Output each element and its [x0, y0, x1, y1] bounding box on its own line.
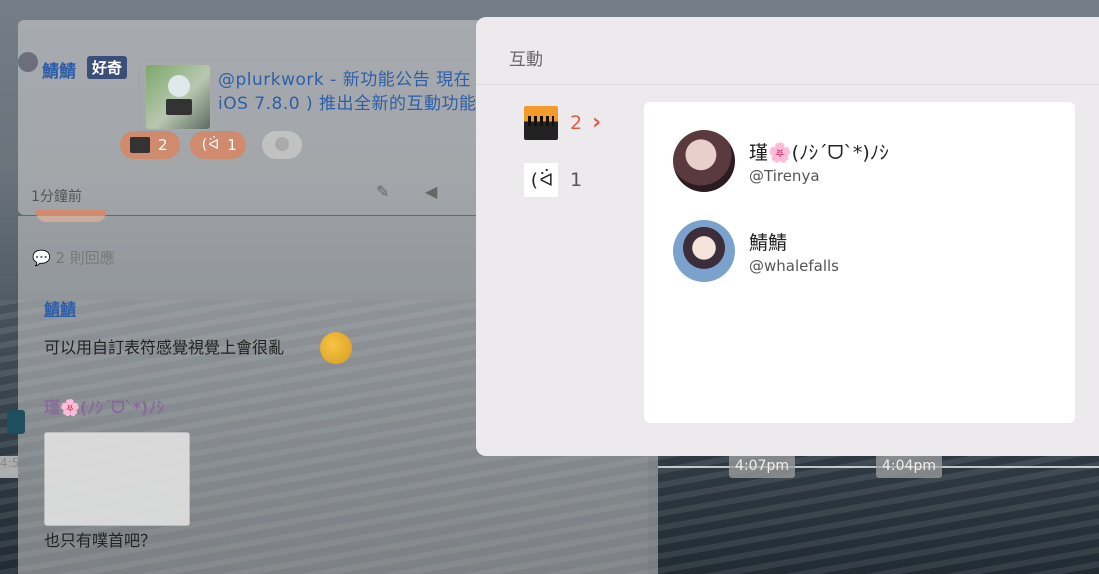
user-display-name[interactable]: 鯖鯖: [749, 228, 839, 255]
edit-icon[interactable]: ✎: [376, 182, 394, 201]
laptop-icon: [166, 99, 192, 115]
reply-count-label: 2 則回應: [55, 249, 115, 267]
plurk-content-line[interactable]: @plurkwork - 新功能公告 現在: [218, 65, 471, 90]
reply-text: 也只有噗首吧？: [44, 531, 157, 550]
thinking-emoji-icon: [320, 332, 352, 364]
reaction-pill[interactable]: 2: [120, 131, 180, 159]
add-reaction-icon: [275, 137, 289, 151]
user-list-item[interactable]: 鯖鯖 @whalefalls: [673, 219, 839, 283]
timeline-time-tag: 4:07pm: [729, 454, 795, 478]
reacted-users-list: 瑾🌸(ﾉｼ´ᗜ`*)ﾉｼ @Tirenya 鯖鯖 @whalefalls: [644, 102, 1075, 423]
modal-header: 互動: [476, 17, 1099, 85]
kaomoji-icon: (ᐛ: [200, 137, 220, 153]
reply-author[interactable]: 瑾🌸(ﾉｼ´ᗜ`*)ﾉｼ: [44, 394, 164, 418]
plurk-time: 1分鐘前: [31, 189, 82, 205]
reply-text: 可以用自訂表符感覺視覺上會很亂: [44, 338, 285, 357]
timeline-time-fragment: 4:5: [0, 456, 19, 478]
avatar[interactable]: [673, 220, 735, 282]
user-info: 鯖鯖 @whalefalls: [749, 228, 839, 275]
emoticon-icon: [524, 106, 558, 140]
reaction-tab-emoticon[interactable]: 2 ›: [524, 105, 601, 141]
add-reaction-button[interactable]: [262, 131, 302, 159]
kaomoji-icon: (ᐛ: [524, 163, 558, 197]
link-thumbnail[interactable]: [145, 64, 211, 130]
timeline-time-tag: 4:04pm: [876, 454, 942, 478]
reply-author[interactable]: 鯖鯖: [44, 296, 76, 320]
side-badge[interactable]: [7, 410, 25, 434]
scrollbar[interactable]: [648, 456, 658, 574]
mute-icon[interactable]: ◀: [425, 182, 443, 201]
reply-screenshot-image[interactable]: [44, 432, 190, 526]
reactions-modal: 互動 2 › (ᐛ 1 瑾🌸(ﾉｼ´ᗜ`*)ﾉｼ @Tirenya 鯖鯖 @wh…: [476, 17, 1099, 456]
user-list-item[interactable]: 瑾🌸(ﾉｼ´ᗜ`*)ﾉｼ @Tirenya: [673, 129, 889, 193]
avatar[interactable]: [673, 130, 735, 192]
emoticon-icon: [130, 137, 150, 153]
plurk-content-line[interactable]: iOS 7.8.0 ) 推出全新的互動功能: [218, 89, 477, 114]
robot-head: [168, 75, 190, 97]
poster-name[interactable]: 鯖鯖: [42, 57, 76, 82]
modal-title: 互動: [509, 50, 543, 70]
reply-count: 💬 2 則回應: [32, 249, 115, 267]
poster-avatar[interactable]: [18, 52, 38, 72]
plurk-qualifier: 好奇: [87, 56, 128, 79]
user-display-name[interactable]: 瑾🌸(ﾉｼ´ᗜ`*)ﾉｼ: [749, 138, 889, 165]
reaction-count: 2: [158, 136, 168, 154]
reaction-tab-count: 2: [570, 112, 583, 134]
reaction-tab-kaomoji[interactable]: (ᐛ 1: [524, 162, 582, 198]
user-info: 瑾🌸(ﾉｼ´ᗜ`*)ﾉｼ @Tirenya: [749, 138, 889, 185]
reaction-pill[interactable]: (ᐛ 1: [190, 131, 246, 159]
user-handle: @Tirenya: [749, 166, 820, 185]
reaction-tab-count: 1: [570, 169, 583, 191]
user-handle: @whalefalls: [749, 256, 839, 275]
reaction-count: 1: [227, 136, 237, 154]
chevron-right-icon: ›: [592, 110, 602, 135]
